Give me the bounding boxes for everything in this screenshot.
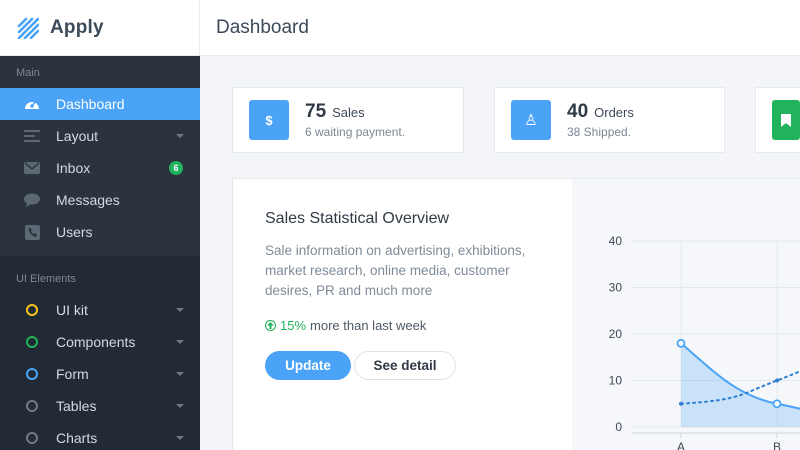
sidebar-item-label: Users [56,224,93,240]
sales-line-chart: 0 10 20 30 40 A B [609,234,800,450]
y-tick-label: 0 [615,420,622,434]
stat-card-sales: $ 75 Sales 6 waiting payment. [232,87,464,153]
sales-overview-panel: Sales Statistical Overview Sale informat… [232,178,800,450]
sidebar-item-label: Charts [56,430,98,446]
y-tick-label: 30 [609,281,623,295]
circle-icon [24,430,40,446]
sidebar-item-users[interactable]: Users [0,216,200,248]
sidebar-item-label: Dashboard [56,96,125,112]
chart-area: 0 10 20 30 40 A B [572,179,800,450]
series-point [679,401,683,406]
sidebar-item-label: Inbox [56,160,91,176]
section-label-main: Main [16,67,40,79]
sidebar-item-layout[interactable]: Layout [0,120,200,152]
sidebar-item-label: Form [56,366,89,382]
section-label-ui: UI Elements [16,273,76,285]
layout-icon [24,128,40,144]
sidebar: Apply Main Dashboard Layout Inbox 6 Mess… [0,0,200,450]
x-tick-label: A [677,440,685,450]
brand-name: Apply [50,16,104,38]
sidebar-section-main: Main Dashboard Layout Inbox 6 Messages U… [0,56,200,256]
growth-percent: 15% [280,318,307,333]
chevron-down-icon [176,308,184,312]
growth-indicator: 15% more than last week [265,318,573,333]
circle-icon [24,398,40,414]
sidebar-item-messages[interactable]: Messages [0,184,200,216]
stat-subtext: 6 waiting payment. [305,125,406,139]
sidebar-item-inbox[interactable]: Inbox 6 [0,152,200,184]
stat-label: Orders [594,105,634,120]
brand[interactable]: Apply [0,0,200,56]
sidebar-item-label: Tables [56,398,97,414]
panel-title: Sales Statistical Overview [265,210,450,227]
chevron-down-icon [176,404,184,408]
sidebar-item-ui-kit[interactable]: UI kit [0,294,200,326]
users-icon [24,224,40,240]
page-title: Dashboard [216,16,309,38]
stat-value: 75 [305,101,327,122]
chevron-down-icon [176,372,184,376]
sidebar-item-form[interactable]: Form [0,358,200,390]
stat-card-orders: ♙ 40 Orders 38 Shipped. [494,87,725,153]
sidebar-section-ui: UI Elements UI kit Components Form Table… [0,256,200,450]
sidebar-item-dashboard[interactable]: Dashboard [0,88,200,120]
series-point [676,338,686,348]
top-header: Dashboard [200,0,800,56]
person-icon: ♙ [511,100,551,140]
circle-icon [24,366,40,382]
chevron-down-icon [176,134,184,138]
stat-label: Sales [332,105,365,120]
stat-card-third [755,87,800,153]
y-tick-label: 20 [609,327,623,341]
y-tick-label: 10 [609,374,623,388]
mail-icon [24,160,40,176]
panel-description: Sale information on advertising, exhibit… [265,243,526,298]
sidebar-item-charts[interactable]: Charts [0,422,200,450]
stat-subtext: 38 Shipped. [567,125,632,139]
chevron-down-icon [176,340,184,344]
sidebar-item-label: UI kit [56,302,88,318]
y-tick-label: 40 [609,234,623,248]
inbox-count-badge: 6 [169,161,183,175]
growth-text: more than last week [310,318,427,333]
series-point [775,378,779,383]
see-detail-button[interactable]: See detail [354,351,456,380]
sidebar-item-components[interactable]: Components [0,326,200,358]
sidebar-item-tables[interactable]: Tables [0,390,200,422]
bookmark-icon [772,100,800,140]
series-point [772,399,782,409]
dashboard-icon [24,96,40,112]
sidebar-item-label: Messages [56,192,120,208]
circle-icon [24,302,40,318]
dollar-icon: $ [249,100,289,140]
sidebar-item-label: Layout [56,128,99,144]
series-area [681,343,800,427]
logo-icon [17,17,39,39]
arrow-up-circle-icon [265,320,276,331]
chat-icon [24,192,40,208]
stat-value: 40 [567,101,589,122]
x-tick-label: B [773,440,781,450]
update-button[interactable]: Update [265,351,351,380]
circle-icon [24,334,40,350]
sidebar-item-label: Components [56,334,136,350]
chevron-down-icon [176,436,184,440]
